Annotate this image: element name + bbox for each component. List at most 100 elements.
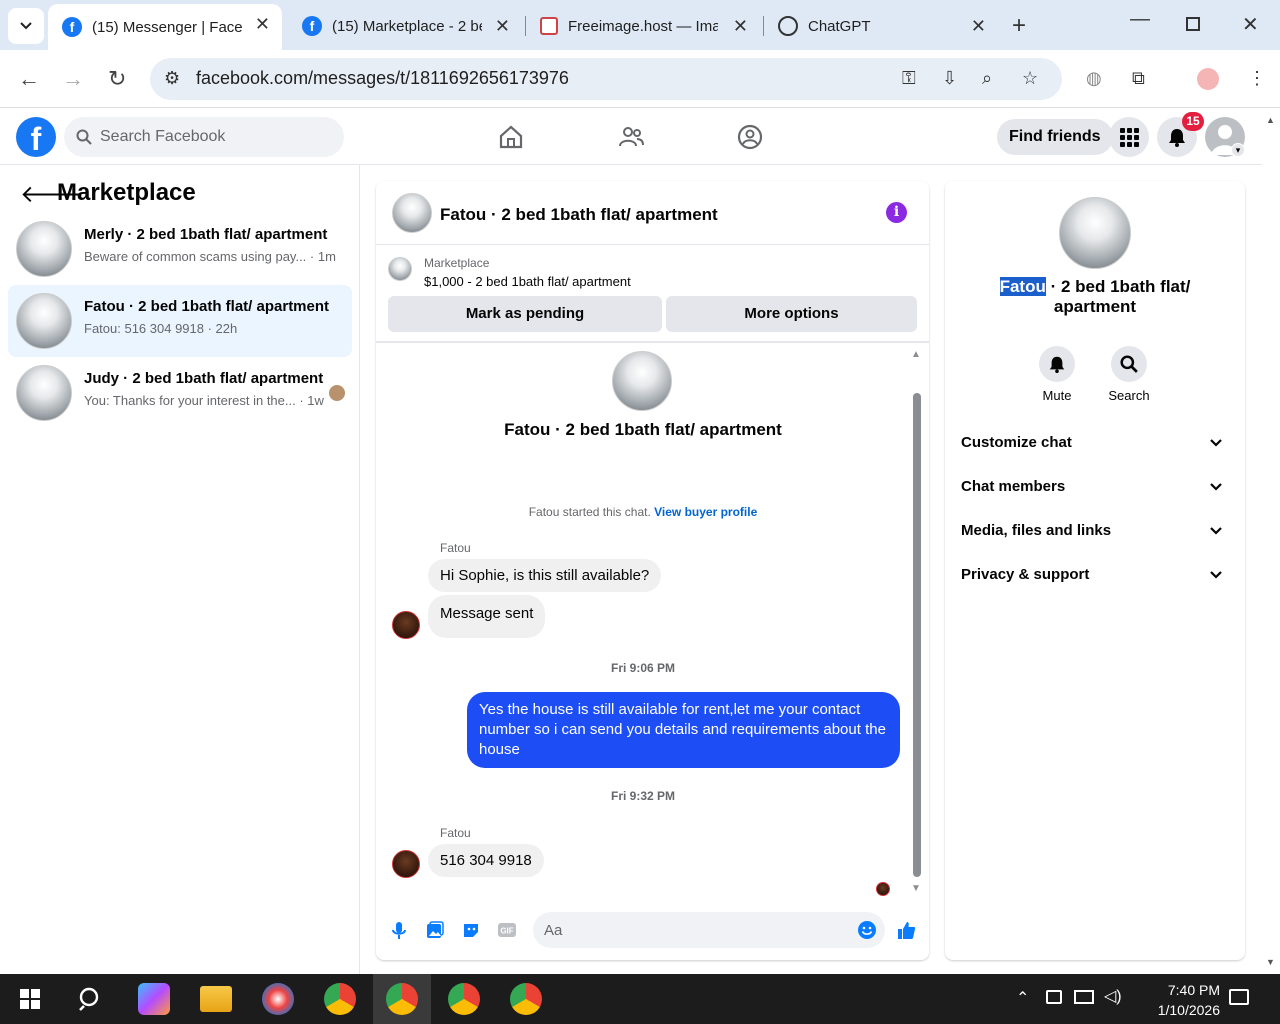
notification-center-icon[interactable] [1229,989,1249,1005]
sender-avatar[interactable] [392,850,420,878]
chatgpt-icon [778,16,798,36]
taskbar-clock[interactable]: 7:40 PM 1/10/2026 [1140,980,1220,1020]
zoom-icon[interactable]: ⌕ [982,68,992,89]
message-composer: GIF Aa [376,899,929,959]
install-icon[interactable]: ⇩ [942,68,957,89]
minimize-button[interactable]: — [1130,8,1150,31]
listing-label: Marketplace [424,256,490,270]
groups-icon[interactable] [736,123,764,151]
info-icon[interactable]: i [886,202,907,223]
conversation-name: Fatou · 2 bed 1bath flat/ apartment [84,298,330,315]
tab-chatgpt[interactable]: ChatGPT ✕ [764,6,998,46]
mark-pending-button[interactable]: Mark as pending [388,296,662,332]
close-window-button[interactable]: ✕ [1242,12,1259,37]
home-icon[interactable] [497,123,525,151]
globe-icon[interactable]: ◍ [1086,68,1102,89]
menu-button[interactable] [1109,117,1149,157]
chrome-icon[interactable] [448,983,480,1015]
more-options-button[interactable]: More options [666,296,917,332]
reload-icon[interactable]: ↻ [108,66,126,92]
seen-avatar [329,385,345,401]
sticker-icon[interactable] [461,920,481,940]
close-tab-icon[interactable]: ✕ [971,16,986,37]
windows-start-icon[interactable] [20,989,40,1009]
chat-title[interactable]: Fatou · 2 bed 1bath flat/ apartment [440,205,718,225]
scroll-up-arrow[interactable]: ▲ [911,349,921,360]
chrome-icon[interactable] [386,983,418,1015]
conversation-name: Merly · 2 bed 1bath flat/ apartment [84,226,328,243]
microphone-icon[interactable] [389,920,409,940]
chat-scrollbar[interactable] [913,393,921,877]
restore-button[interactable] [1186,17,1200,31]
outgoing-message[interactable]: Yes the house is still available for ren… [467,692,900,768]
close-tab-icon[interactable]: ✕ [255,14,270,35]
facebook-logo-icon[interactable]: f [16,117,56,157]
volume-icon[interactable]: ◁) [1104,986,1122,1006]
close-tab-icon[interactable]: ✕ [495,16,510,37]
chat-header: Fatou · 2 bed 1bath flat/ apartment i [376,181,929,245]
conversation-item[interactable]: Judy · 2 bed 1bath flat/ apartment You: … [8,357,352,429]
incoming-message[interactable]: 516 304 9918 [428,844,544,877]
privacy-support-row[interactable]: Privacy & support [961,566,1229,590]
tab-messenger[interactable]: f (15) Messenger | Facebook ✕ [48,4,282,50]
page-scrollbar[interactable]: ▲ ▼ [1262,109,1280,974]
key-icon[interactable]: ⚿ [902,68,916,89]
media-files-links-row[interactable]: Media, files and links [961,522,1229,546]
emoji-icon[interactable] [857,920,877,940]
profile-thumbnail[interactable] [1059,197,1131,269]
incoming-message[interactable]: Hi Sophie, is this still available? [428,559,662,592]
friends-icon[interactable] [617,123,645,151]
view-buyer-profile-link[interactable]: View buyer profile [654,505,757,519]
chat-thumbnail[interactable] [392,193,432,233]
search-button[interactable] [1111,346,1147,382]
incoming-message[interactable]: Message sent [428,595,546,638]
close-tab-icon[interactable]: ✕ [733,16,748,37]
scroll-down-arrow[interactable]: ▼ [1266,957,1275,967]
mute-button[interactable] [1039,346,1075,382]
search-input[interactable]: Search Facebook [64,117,344,157]
file-explorer-icon[interactable] [200,986,232,1012]
conversation-preview: Beware of common scams using pay... · 1m [84,249,336,264]
paint-app-icon[interactable] [262,983,294,1015]
tray-camera-icon[interactable] [1046,990,1062,1004]
account-chevron-icon[interactable]: ▾ [1231,143,1245,157]
sender-avatar[interactable] [392,611,420,639]
tab-marketplace[interactable]: f (15) Marketplace - 2 bed ✕ [288,6,522,46]
scroll-up-arrow[interactable]: ▲ [1266,115,1275,125]
chrome-icon[interactable] [510,983,542,1015]
conversation-item-selected[interactable]: Fatou · 2 bed 1bath flat/ apartment Fato… [8,285,352,357]
find-friends-button[interactable]: Find friends [997,119,1113,155]
chat-members-row[interactable]: Chat members [961,478,1229,502]
customize-chat-row[interactable]: Customize chat [961,434,1229,458]
omnibox[interactable]: ⚙ facebook.com/messages/t/18116926561739… [150,58,1062,100]
address-bar: ← → ↻ ⚙ facebook.com/messages/t/18116926… [0,50,1280,108]
name-rest: · 2 bed 1bath flat/ apartment [1045,277,1191,316]
listing-thumbnail[interactable] [388,257,412,281]
forward-icon[interactable]: → [62,66,84,92]
message-input[interactable]: Aa [533,912,885,948]
bookmark-star-icon[interactable]: ☆ [1022,68,1038,89]
gif-icon[interactable]: GIF [497,920,517,940]
menu-dots-icon[interactable]: ⋮ [1248,68,1266,89]
mute-action[interactable]: Mute [1027,346,1087,403]
copilot-icon[interactable] [138,983,170,1015]
chrome-icon[interactable] [324,983,356,1015]
back-icon[interactable]: ← [18,66,40,92]
taskbar-search-icon[interactable] [78,986,104,1012]
listing-price[interactable]: $1,000 - 2 bed 1bath flat/ apartment [424,274,631,289]
site-info-icon[interactable]: ⚙ [164,68,180,89]
network-icon[interactable] [1074,990,1094,1004]
tab-search-button[interactable] [8,8,44,44]
extensions-icon[interactable]: ⧉ [1132,68,1145,89]
profile-avatar-icon[interactable] [1197,68,1219,90]
tab-freeimage[interactable]: Freeimage.host — Image ✕ [526,6,760,46]
conversation-item[interactable]: Merly · 2 bed 1bath flat/ apartment Bewa… [8,213,352,285]
search-action[interactable]: Search [1099,346,1159,403]
url-text[interactable]: facebook.com/messages/t/1811692656173976 [196,68,569,89]
scroll-down-arrow[interactable]: ▼ [911,883,921,894]
image-icon[interactable] [425,920,445,940]
new-tab-button[interactable]: + [1012,12,1026,40]
tray-chevron-icon[interactable]: ⌃ [1016,988,1029,1008]
listing-thumbnail [16,365,72,421]
thumbs-up-icon[interactable] [896,920,916,940]
